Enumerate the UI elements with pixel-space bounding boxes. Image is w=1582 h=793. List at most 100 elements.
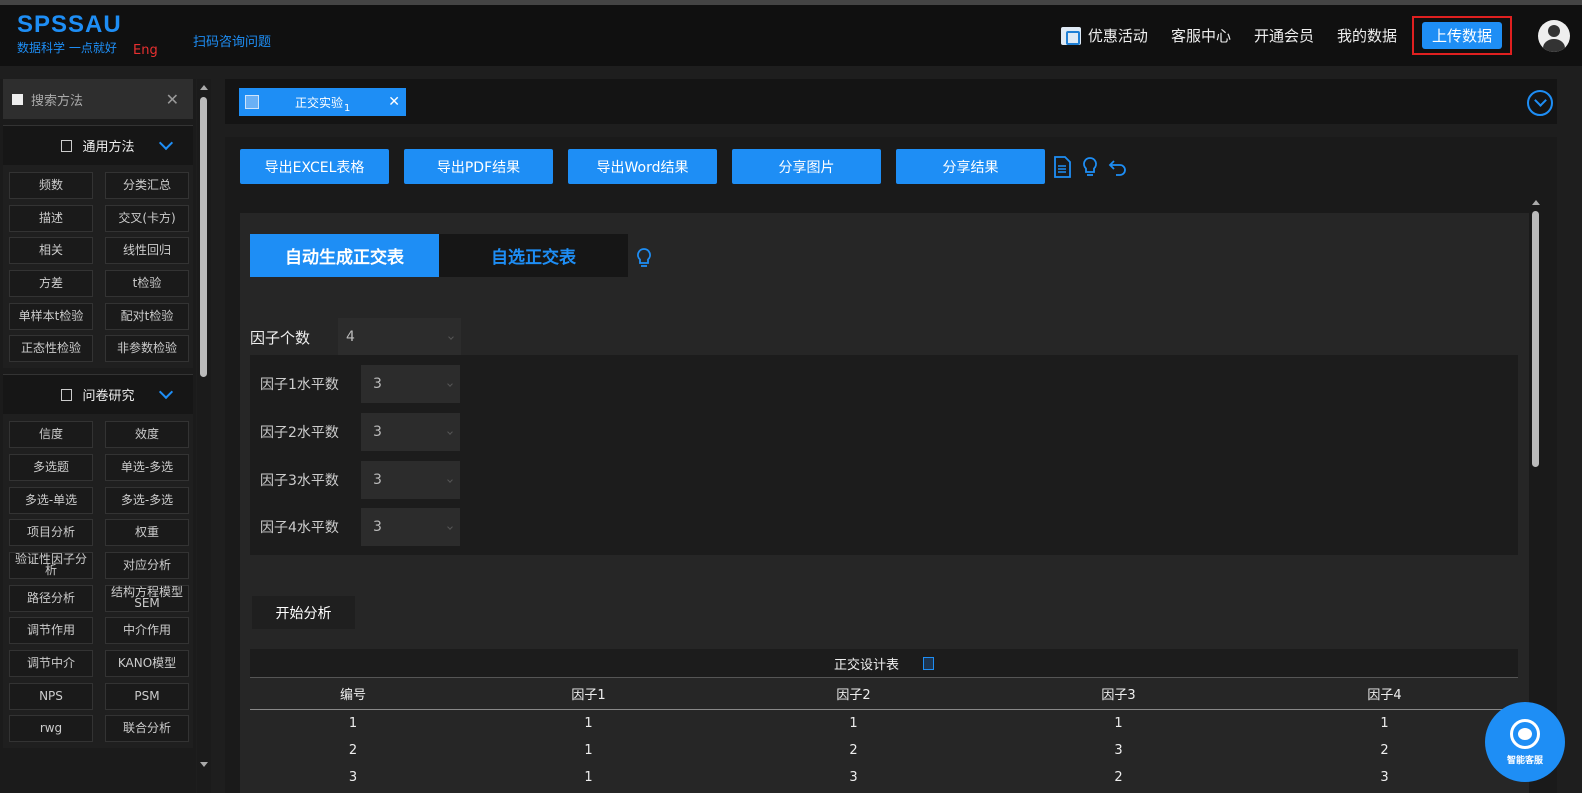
chat-support-widget[interactable]: 智能客服 bbox=[1485, 702, 1565, 782]
logo[interactable]: SPSSAU 数据科学 一点就好 bbox=[17, 13, 122, 56]
factor-levels-box: 因子1水平数 3 因子2水平数 3 因子3水平数 3 因子4水平数 3 bbox=[250, 355, 1518, 555]
start-analysis-button[interactable]: 开始分析 bbox=[252, 596, 355, 629]
method-button[interactable]: 多选-单选 bbox=[9, 486, 93, 514]
scroll-thumb[interactable] bbox=[200, 97, 207, 377]
sidebar: 搜索方法 ✕ 通用方法 频数 分类汇总 描述 交叉(卡方) 相关 线性回归 方差… bbox=[0, 79, 196, 793]
factor-level-select[interactable]: 3 bbox=[361, 365, 460, 403]
top-bar: SPSSAU 数据科学 一点就好 Eng 扫码咨询问题 优惠活动 客服中心 开通… bbox=[0, 0, 1582, 66]
upload-highlight-box: 上传数据 bbox=[1411, 16, 1512, 55]
table-cell: 1 bbox=[584, 742, 593, 758]
method-button[interactable]: 方差 bbox=[9, 270, 93, 298]
tab-auto-generate[interactable]: 自动生成正交表 bbox=[250, 234, 439, 277]
method-button[interactable]: 多选题 bbox=[9, 453, 93, 481]
method-button[interactable]: 正态性检验 bbox=[9, 335, 93, 363]
undo-icon[interactable] bbox=[1107, 155, 1129, 179]
method-button[interactable]: 联合分析 bbox=[105, 715, 189, 743]
table-cell: 2 bbox=[1114, 769, 1123, 785]
factor-level-label: 因子3水平数 bbox=[260, 473, 339, 489]
column-header: 因子4 bbox=[1251, 677, 1518, 710]
method-button[interactable]: 中介作用 bbox=[105, 617, 189, 645]
table-row: 3 1 3 2 3 bbox=[250, 764, 1518, 791]
nav-promo-label: 优惠活动 bbox=[1087, 27, 1148, 45]
nav-member[interactable]: 开通会员 bbox=[1254, 25, 1314, 46]
method-button[interactable]: 交叉(卡方) bbox=[105, 204, 189, 232]
table-cell: 1 bbox=[348, 715, 358, 731]
method-button[interactable]: KANO模型 bbox=[105, 649, 189, 677]
table-cell: 2 bbox=[348, 742, 358, 758]
method-button[interactable]: 单样本t检验 bbox=[9, 302, 93, 330]
method-button[interactable]: 项目分析 bbox=[9, 519, 93, 547]
scroll-up-icon[interactable] bbox=[200, 85, 208, 90]
method-button[interactable]: 非参数检验 bbox=[105, 335, 189, 363]
table-cell: 2 bbox=[849, 742, 858, 758]
document-icon[interactable] bbox=[1051, 155, 1073, 179]
sidebar-scrollbar[interactable] bbox=[197, 79, 211, 793]
ticket-icon bbox=[1060, 26, 1081, 45]
method-button[interactable]: 调节作用 bbox=[9, 617, 93, 645]
scroll-up-icon[interactable] bbox=[1532, 200, 1540, 205]
factor-count-select[interactable]: 4 bbox=[338, 318, 461, 356]
factor-level-row: 因子2水平数 3 bbox=[260, 413, 460, 451]
method-button[interactable]: rwg bbox=[9, 715, 93, 743]
table-cell: 3 bbox=[849, 769, 858, 785]
section-survey-research[interactable]: 问卷研究 bbox=[3, 374, 193, 415]
method-button[interactable]: 调节中介 bbox=[9, 649, 93, 677]
method-button[interactable]: 多选-多选 bbox=[105, 486, 189, 514]
section-title: 问卷研究 bbox=[82, 389, 135, 405]
export-pdf-button[interactable]: 导出PDF结果 bbox=[404, 149, 553, 184]
factor-level-select[interactable]: 3 bbox=[361, 461, 460, 499]
method-button[interactable]: 频数 bbox=[9, 172, 93, 199]
method-button[interactable]: 分类汇总 bbox=[105, 172, 189, 199]
clear-search-icon[interactable]: ✕ bbox=[166, 90, 179, 109]
close-icon[interactable]: ✕ bbox=[388, 94, 400, 110]
method-button[interactable]: 线性回归 bbox=[105, 237, 189, 265]
chevron-down-icon bbox=[158, 135, 174, 151]
scroll-thumb[interactable] bbox=[1532, 211, 1539, 467]
method-button[interactable]: 权重 bbox=[105, 519, 189, 547]
copy-icon[interactable] bbox=[923, 656, 934, 670]
share-result-button[interactable]: 分享结果 bbox=[896, 149, 1045, 184]
method-button[interactable]: 配对t检验 bbox=[105, 302, 189, 330]
factor-level-row: 因子3水平数 3 bbox=[260, 461, 460, 499]
method-button[interactable]: t检验 bbox=[105, 270, 189, 298]
nav-service[interactable]: 客服中心 bbox=[1171, 25, 1231, 46]
export-excel-button[interactable]: 导出EXCEL表格 bbox=[240, 149, 389, 184]
method-button[interactable]: 路径分析 bbox=[9, 584, 93, 612]
method-button[interactable]: 验证性因子分析 bbox=[9, 551, 93, 579]
tab-orthogonal-experiment[interactable]: 正交实验 1 ✕ bbox=[239, 88, 406, 116]
column-header: 因子1 bbox=[456, 677, 721, 710]
method-button[interactable]: 描述 bbox=[9, 204, 93, 232]
result-toolbar: 导出EXCEL表格 导出PDF结果 导出Word结果 分享图片 分享结果 bbox=[240, 149, 1135, 184]
method-button[interactable]: NPS bbox=[9, 682, 93, 710]
folder-icon bbox=[61, 139, 73, 152]
upload-data-button[interactable]: 上传数据 bbox=[1421, 22, 1502, 49]
qr-consult-link[interactable]: 扫码咨询问题 bbox=[193, 31, 271, 50]
method-search-placeholder: 搜索方法 bbox=[31, 93, 84, 109]
method-button[interactable]: 对应分析 bbox=[105, 551, 189, 579]
column-header: 因子2 bbox=[721, 677, 986, 710]
share-image-button[interactable]: 分享图片 bbox=[732, 149, 881, 184]
section-general-methods[interactable]: 通用方法 bbox=[3, 125, 193, 165]
method-button[interactable]: 单选-多选 bbox=[105, 453, 189, 481]
scroll-down-icon[interactable] bbox=[200, 762, 208, 767]
design-table-title: 正交设计表 bbox=[250, 649, 1518, 677]
tab-custom-select[interactable]: 自选正交表 bbox=[439, 234, 628, 277]
factor-level-select[interactable]: 3 bbox=[361, 413, 460, 451]
logo-text: SPSSAU bbox=[17, 11, 122, 38]
export-word-button[interactable]: 导出Word结果 bbox=[568, 149, 717, 184]
nav-promo[interactable]: 优惠活动 bbox=[1060, 25, 1148, 46]
method-button[interactable]: 相关 bbox=[9, 237, 93, 265]
language-toggle[interactable]: Eng bbox=[133, 43, 158, 58]
method-button[interactable]: 结构方程模型SEM bbox=[105, 584, 189, 612]
method-search[interactable]: 搜索方法 ✕ bbox=[3, 79, 193, 119]
lightbulb-icon[interactable] bbox=[1079, 155, 1101, 179]
method-button[interactable]: PSM bbox=[105, 682, 189, 710]
lightbulb-icon[interactable] bbox=[636, 247, 652, 273]
method-button[interactable]: 信度 bbox=[9, 421, 93, 449]
method-button[interactable]: 效度 bbox=[105, 421, 189, 449]
nav-my-data[interactable]: 我的数据 bbox=[1337, 25, 1397, 46]
user-avatar-icon[interactable] bbox=[1538, 19, 1570, 52]
tabs-dropdown-icon[interactable] bbox=[1527, 90, 1553, 116]
column-header: 因子3 bbox=[986, 677, 1251, 710]
factor-level-select[interactable]: 3 bbox=[361, 508, 460, 546]
